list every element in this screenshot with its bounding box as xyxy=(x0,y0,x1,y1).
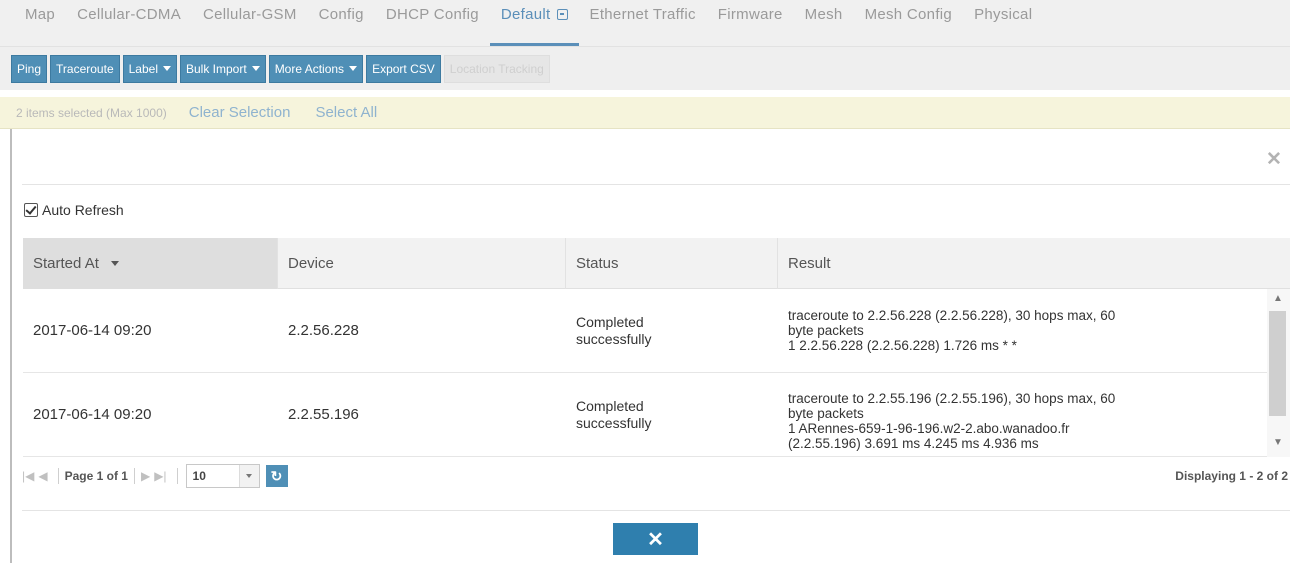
divider xyxy=(22,510,1290,511)
scroll-down-icon[interactable]: ▼ xyxy=(1273,437,1283,448)
column-started-at[interactable]: Started At xyxy=(23,238,278,289)
prev-page-icon[interactable]: ◀ xyxy=(38,469,47,483)
result-line: traceroute to 2.2.56.228 (2.2.56.228), 3… xyxy=(788,308,1116,323)
bulk-import-button-text: Bulk Import xyxy=(186,61,247,76)
scrollbar-thumb[interactable] xyxy=(1269,311,1286,416)
close-icon[interactable]: ✕ xyxy=(1266,148,1282,171)
tab-dhcp-config[interactable]: DHCP Config xyxy=(375,0,490,46)
ping-button[interactable]: Ping xyxy=(11,54,48,83)
status-cell: Completed successfully xyxy=(566,373,778,456)
tab-menu-icon[interactable] xyxy=(556,9,568,20)
page-size-value: 10 xyxy=(192,469,206,483)
tab-default-label: Default xyxy=(500,6,551,23)
tab-bar: Map Cellular-CDMA Cellular-GSM Config DH… xyxy=(0,0,1290,46)
selection-bar: 2 items selected (Max 1000) Clear Select… xyxy=(0,97,1290,129)
chevron-down-icon[interactable] xyxy=(238,465,259,487)
result-cell: traceroute to 2.2.56.228 (2.2.56.228), 3… xyxy=(778,289,1268,372)
divider xyxy=(57,468,59,484)
auto-refresh-checkbox[interactable] xyxy=(24,203,38,217)
device-cell: 2.2.56.228 xyxy=(288,322,359,339)
table-header: Started At Device Status Result xyxy=(23,238,1290,289)
status-line: successfully xyxy=(576,330,652,347)
next-page-icon[interactable]: ▶ xyxy=(141,469,150,483)
started-at-cell: 2017-06-14 09:20 xyxy=(33,322,152,339)
clear-selection-link[interactable]: Clear Selection xyxy=(189,104,291,121)
tab-config[interactable]: Config xyxy=(308,0,375,46)
tab-mesh-config[interactable]: Mesh Config xyxy=(854,0,964,46)
result-line: 1 2.2.56.228 (2.2.56.228) 1.726 ms * * xyxy=(788,338,1017,353)
label-button[interactable]: Label xyxy=(122,54,177,83)
result-line: (2.2.55.196) 3.691 ms 4.245 ms 4.936 ms xyxy=(788,436,1039,451)
tab-firmware[interactable]: Firmware xyxy=(707,0,794,46)
tab-cellular-gsm[interactable]: Cellular-GSM xyxy=(192,0,308,46)
tab-ethernet-traffic[interactable]: Ethernet Traffic xyxy=(579,0,707,46)
device-cell: 2.2.55.196 xyxy=(288,406,359,423)
chevron-down-icon xyxy=(163,66,171,71)
page-size-select[interactable]: 10 xyxy=(185,464,260,488)
table-scrollbar[interactable]: ▲ ▼ xyxy=(1267,289,1290,457)
export-csv-button[interactable]: Export CSV xyxy=(366,54,441,83)
first-page-icon[interactable]: |◀ xyxy=(22,469,34,483)
close-icon: ✕ xyxy=(647,528,664,551)
status-line: successfully xyxy=(576,414,652,431)
result-line: traceroute to 2.2.55.196 (2.2.55.196), 3… xyxy=(788,391,1116,406)
result-line: 1 ARennes-659-1-96-196.w2-2.abo.wanadoo.… xyxy=(788,421,1070,436)
last-page-icon[interactable]: ▶| xyxy=(154,469,166,483)
select-all-link[interactable]: Select All xyxy=(315,104,377,121)
result-line: byte packets xyxy=(788,406,864,421)
refresh-icon[interactable]: ↻ xyxy=(265,465,288,487)
status-line: Completed xyxy=(576,313,644,330)
page-label: Page 1 of 1 xyxy=(64,469,128,483)
bulk-import-button[interactable]: Bulk Import xyxy=(180,54,266,83)
chevron-down-icon xyxy=(251,66,260,71)
pagination-bar: |◀ ◀ Page 1 of 1 ▶ ▶| 10 ↻ Displaying 1 … xyxy=(22,456,1290,496)
result-line: byte packets xyxy=(788,323,864,338)
tab-physical[interactable]: Physical xyxy=(963,0,1043,46)
auto-refresh-toggle[interactable]: Auto Refresh xyxy=(24,202,124,218)
traceroute-button[interactable]: Traceroute xyxy=(50,54,120,83)
status-cell: Completed successfully xyxy=(566,289,778,372)
auto-refresh-label: Auto Refresh xyxy=(42,202,124,218)
table-row[interactable]: 2017-06-14 09:20 2.2.55.196 Completed suc… xyxy=(23,373,1268,457)
divider xyxy=(133,468,135,484)
displaying-count: Displaying 1 - 2 of 2 xyxy=(1175,469,1288,483)
scroll-up-icon[interactable]: ▲ xyxy=(1273,293,1283,304)
selection-info: 2 items selected (Max 1000) xyxy=(16,105,167,120)
tab-cellular-cdma[interactable]: Cellular-CDMA xyxy=(66,0,192,46)
close-dialog-button[interactable]: ✕ xyxy=(613,523,698,555)
column-status[interactable]: Status xyxy=(566,238,778,289)
result-cell: traceroute to 2.2.55.196 (2.2.55.196), 3… xyxy=(778,373,1268,456)
divider xyxy=(176,468,178,484)
more-actions-button[interactable]: More Actions xyxy=(268,54,364,83)
column-result[interactable]: Result xyxy=(778,238,1290,289)
column-device[interactable]: Device xyxy=(278,238,566,289)
table-row[interactable]: 2017-06-14 09:20 2.2.56.228 Completed suc… xyxy=(23,289,1268,373)
status-line: Completed xyxy=(576,397,644,414)
sort-desc-icon xyxy=(110,261,119,266)
divider xyxy=(22,184,1290,185)
started-at-cell: 2017-06-14 09:20 xyxy=(33,406,152,423)
more-actions-button-text: More Actions xyxy=(274,61,345,76)
tab-map[interactable]: Map xyxy=(14,0,66,46)
table-body: 2017-06-14 09:20 2.2.56.228 Completed suc… xyxy=(23,289,1290,457)
column-started-at-label: Started At xyxy=(33,255,99,272)
action-toolbar: Ping Traceroute Label Bulk Import More A… xyxy=(0,46,1290,90)
tab-mesh[interactable]: Mesh xyxy=(794,0,854,46)
chevron-down-icon xyxy=(349,66,358,71)
tab-default[interactable]: Default xyxy=(489,0,579,46)
location-tracking-button[interactable]: Location Tracking xyxy=(443,54,550,83)
label-button-text: Label xyxy=(128,61,158,76)
